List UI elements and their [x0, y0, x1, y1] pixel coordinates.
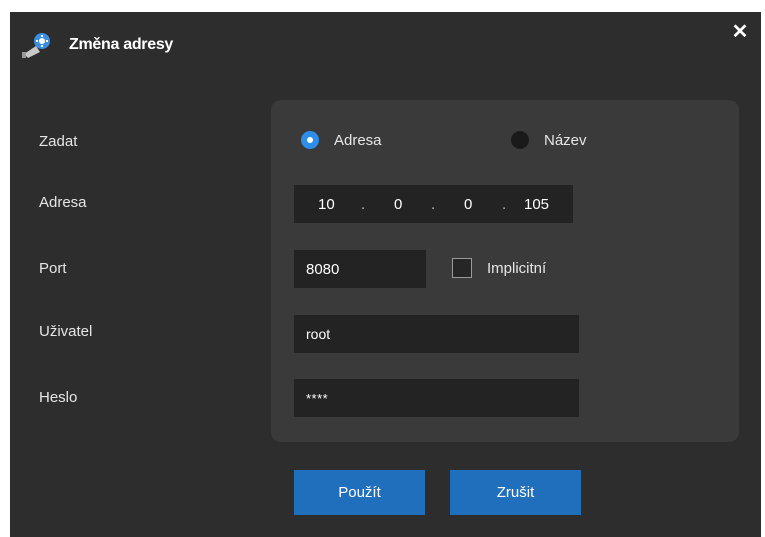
- radio-name[interactable]: Název: [511, 131, 587, 149]
- ip-octet-2[interactable]: 0: [394, 196, 402, 213]
- close-icon: ✕: [731, 20, 749, 43]
- apply-button[interactable]: Použít: [294, 470, 425, 515]
- ip-separator: .: [361, 196, 366, 213]
- cancel-button[interactable]: Zrušit: [450, 470, 581, 515]
- default-port-label: Implicitní: [487, 259, 547, 277]
- user-input[interactable]: root: [294, 315, 579, 353]
- ip-octet-4[interactable]: 105: [524, 196, 549, 213]
- change-address-dialog: Změna adresy ✕ Zadat Adresa Port Uživate…: [10, 12, 761, 537]
- dialog-title: Změna adresy: [69, 36, 174, 53]
- ip-separator: .: [431, 196, 436, 213]
- close-button[interactable]: ✕: [726, 18, 754, 44]
- radio-address[interactable]: Adresa: [301, 131, 382, 149]
- checkbox-icon: [452, 258, 472, 278]
- title-bar: Změna adresy ✕: [10, 12, 761, 72]
- password-input[interactable]: ****: [294, 379, 579, 417]
- default-port-checkbox[interactable]: Implicitní: [452, 258, 546, 278]
- radio-selected-icon: [301, 131, 319, 149]
- radio-name-label: Název: [544, 131, 587, 149]
- ip-octet-1[interactable]: 10: [318, 196, 335, 213]
- radio-address-label: Adresa: [334, 131, 382, 149]
- password-label: Heslo: [39, 389, 78, 406]
- mode-label: Zadat: [39, 133, 78, 150]
- camera-gear-icon: [22, 32, 52, 58]
- ip-address-input[interactable]: 10 . 0 . 0 . 105: [294, 185, 573, 223]
- address-label: Adresa: [39, 194, 87, 211]
- port-input[interactable]: 8080: [294, 250, 426, 288]
- ip-octet-3[interactable]: 0: [464, 196, 472, 213]
- ip-separator: .: [502, 196, 507, 213]
- user-label: Uživatel: [39, 323, 93, 340]
- port-label: Port: [39, 260, 67, 277]
- radio-unselected-icon: [511, 131, 529, 149]
